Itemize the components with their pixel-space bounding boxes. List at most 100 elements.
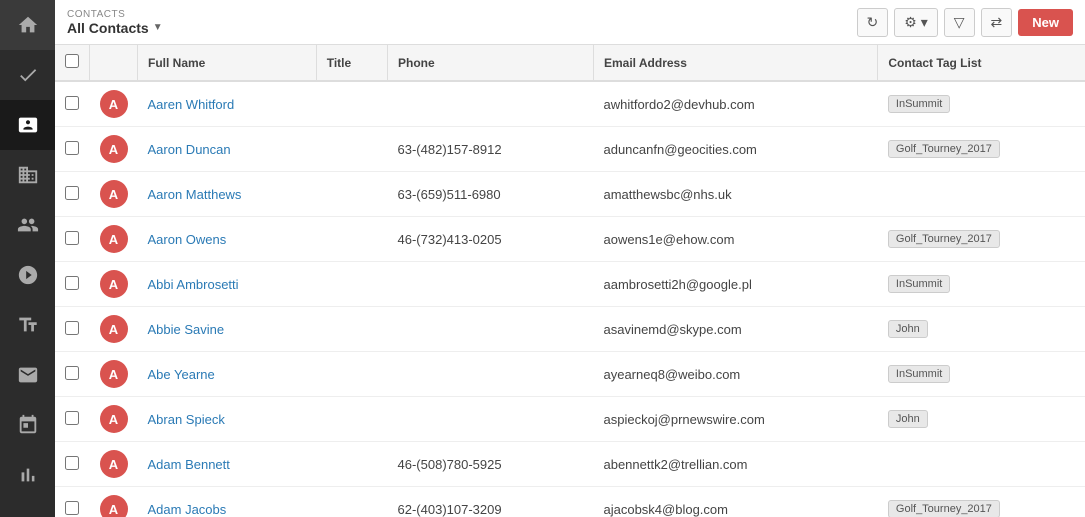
row-title-cell [316, 262, 387, 307]
select-all-checkbox[interactable] [65, 54, 79, 68]
topbar-left: CONTACTS All Contacts ▼ [67, 9, 163, 36]
row-checkbox-cell [55, 262, 90, 307]
contact-tag[interactable]: Golf_Tourney_2017 [888, 230, 1000, 248]
row-tag-cell: John [878, 307, 1085, 352]
columns-button[interactable]: ⇄ [981, 8, 1013, 37]
sidebar-item-text[interactable] [0, 300, 55, 350]
row-email-cell: aspieckoj@prnewswire.com [593, 397, 877, 442]
header-tag-list: Contact Tag List [878, 45, 1085, 81]
contact-name-link[interactable]: Abbie Savine [148, 322, 225, 337]
row-email-cell: ayearneq8@weibo.com [593, 352, 877, 397]
contact-tag[interactable]: John [888, 410, 928, 428]
contact-name-link[interactable]: Adam Jacobs [148, 502, 227, 517]
row-avatar-cell: A [90, 127, 138, 172]
header-email: Email Address [593, 45, 877, 81]
contact-tag[interactable]: InSummit [888, 365, 950, 383]
row-name-cell: Adam Jacobs [138, 487, 317, 517]
contact-name-link[interactable]: Aaron Owens [148, 232, 227, 247]
row-avatar-cell: A [90, 487, 138, 517]
contact-tag[interactable]: Golf_Tourney_2017 [888, 500, 1000, 517]
row-name-cell: Adam Bennett [138, 442, 317, 487]
row-avatar-cell: A [90, 217, 138, 262]
contact-name-link[interactable]: Adam Bennett [148, 457, 230, 472]
row-title-cell [316, 487, 387, 517]
contact-name-link[interactable]: Abran Spieck [148, 412, 225, 427]
table-header-row: Full Name Title Phone Email Address Cont… [55, 45, 1085, 81]
section-label: CONTACTS [67, 9, 163, 20]
topbar-actions: ↻ ⚙ ▾ ▽ ⇄ New [857, 8, 1073, 37]
contact-name-link[interactable]: Aaren Whitford [148, 97, 235, 112]
contact-name-link[interactable]: Abbi Ambrosetti [148, 277, 239, 292]
sidebar-item-chart[interactable] [0, 450, 55, 500]
row-avatar-cell: A [90, 172, 138, 217]
row-phone-cell: 63-(659)511-6980 [388, 172, 594, 217]
row-title-cell [316, 397, 387, 442]
avatar: A [100, 225, 128, 253]
contact-tag[interactable]: John [888, 320, 928, 338]
table-row: A Aaron Matthews 63-(659)511-6980 amatth… [55, 172, 1085, 217]
row-avatar-cell: A [90, 81, 138, 127]
header-phone: Phone [388, 45, 594, 81]
header-checkbox-col [55, 45, 90, 81]
row-checkbox[interactable] [65, 186, 79, 200]
sidebar-item-target[interactable] [0, 250, 55, 300]
dropdown-label: All Contacts [67, 20, 149, 36]
avatar: A [100, 270, 128, 298]
header-avatar-col [90, 45, 138, 81]
contact-tag[interactable]: Golf_Tourney_2017 [888, 140, 1000, 158]
refresh-button[interactable]: ↻ [857, 8, 889, 37]
settings-button[interactable]: ⚙ ▾ [894, 8, 937, 37]
row-tag-cell: Golf_Tourney_2017 [878, 127, 1085, 172]
row-tag-cell: Golf_Tourney_2017 [878, 217, 1085, 262]
row-checkbox[interactable] [65, 231, 79, 245]
contact-name-link[interactable]: Abe Yearne [148, 367, 215, 382]
row-phone-cell: 46-(732)413-0205 [388, 217, 594, 262]
sidebar-item-tasks[interactable] [0, 50, 55, 100]
row-checkbox[interactable] [65, 366, 79, 380]
avatar: A [100, 315, 128, 343]
row-tag-cell: InSummit [878, 352, 1085, 397]
row-checkbox[interactable] [65, 456, 79, 470]
row-checkbox[interactable] [65, 141, 79, 155]
row-tag-cell: Golf_Tourney_2017 [878, 487, 1085, 517]
filter-button[interactable]: ▽ [944, 8, 975, 37]
avatar: A [100, 450, 128, 478]
sidebar-item-mail[interactable] [0, 350, 55, 400]
table-row: A Abe Yearne ayearneq8@weibo.com InSummi… [55, 352, 1085, 397]
sidebar-item-home[interactable] [0, 0, 55, 50]
row-tag-cell: InSummit [878, 262, 1085, 307]
contact-tag[interactable]: InSummit [888, 275, 950, 293]
row-checkbox-cell [55, 397, 90, 442]
row-checkbox[interactable] [65, 501, 79, 515]
contact-name-link[interactable]: Aaron Matthews [148, 187, 242, 202]
row-checkbox[interactable] [65, 321, 79, 335]
row-phone-cell [388, 262, 594, 307]
row-phone-cell: 46-(508)780-5925 [388, 442, 594, 487]
sidebar-item-contacts[interactable] [0, 100, 55, 150]
row-name-cell: Aaren Whitford [138, 81, 317, 127]
row-checkbox-cell [55, 81, 90, 127]
contact-tag[interactable]: InSummit [888, 95, 950, 113]
row-title-cell [316, 172, 387, 217]
row-checkbox[interactable] [65, 96, 79, 110]
row-avatar-cell: A [90, 397, 138, 442]
row-checkbox-cell [55, 307, 90, 352]
new-contact-button[interactable]: New [1018, 9, 1073, 36]
row-phone-cell [388, 81, 594, 127]
topbar: CONTACTS All Contacts ▼ ↻ ⚙ ▾ ▽ ⇄ New [55, 0, 1085, 45]
row-title-cell [316, 81, 387, 127]
row-checkbox[interactable] [65, 276, 79, 290]
row-tag-cell: InSummit [878, 81, 1085, 127]
row-avatar-cell: A [90, 352, 138, 397]
row-name-cell: Aaron Owens [138, 217, 317, 262]
row-phone-cell [388, 397, 594, 442]
row-phone-cell: 63-(482)157-8912 [388, 127, 594, 172]
sidebar-item-calendar[interactable] [0, 400, 55, 450]
sidebar-item-buildings[interactable] [0, 150, 55, 200]
row-checkbox-cell [55, 127, 90, 172]
sidebar-item-users[interactable] [0, 200, 55, 250]
row-checkbox[interactable] [65, 411, 79, 425]
contact-name-link[interactable]: Aaron Duncan [148, 142, 231, 157]
row-phone-cell: 62-(403)107-3209 [388, 487, 594, 517]
contacts-dropdown[interactable]: All Contacts ▼ [67, 20, 163, 36]
